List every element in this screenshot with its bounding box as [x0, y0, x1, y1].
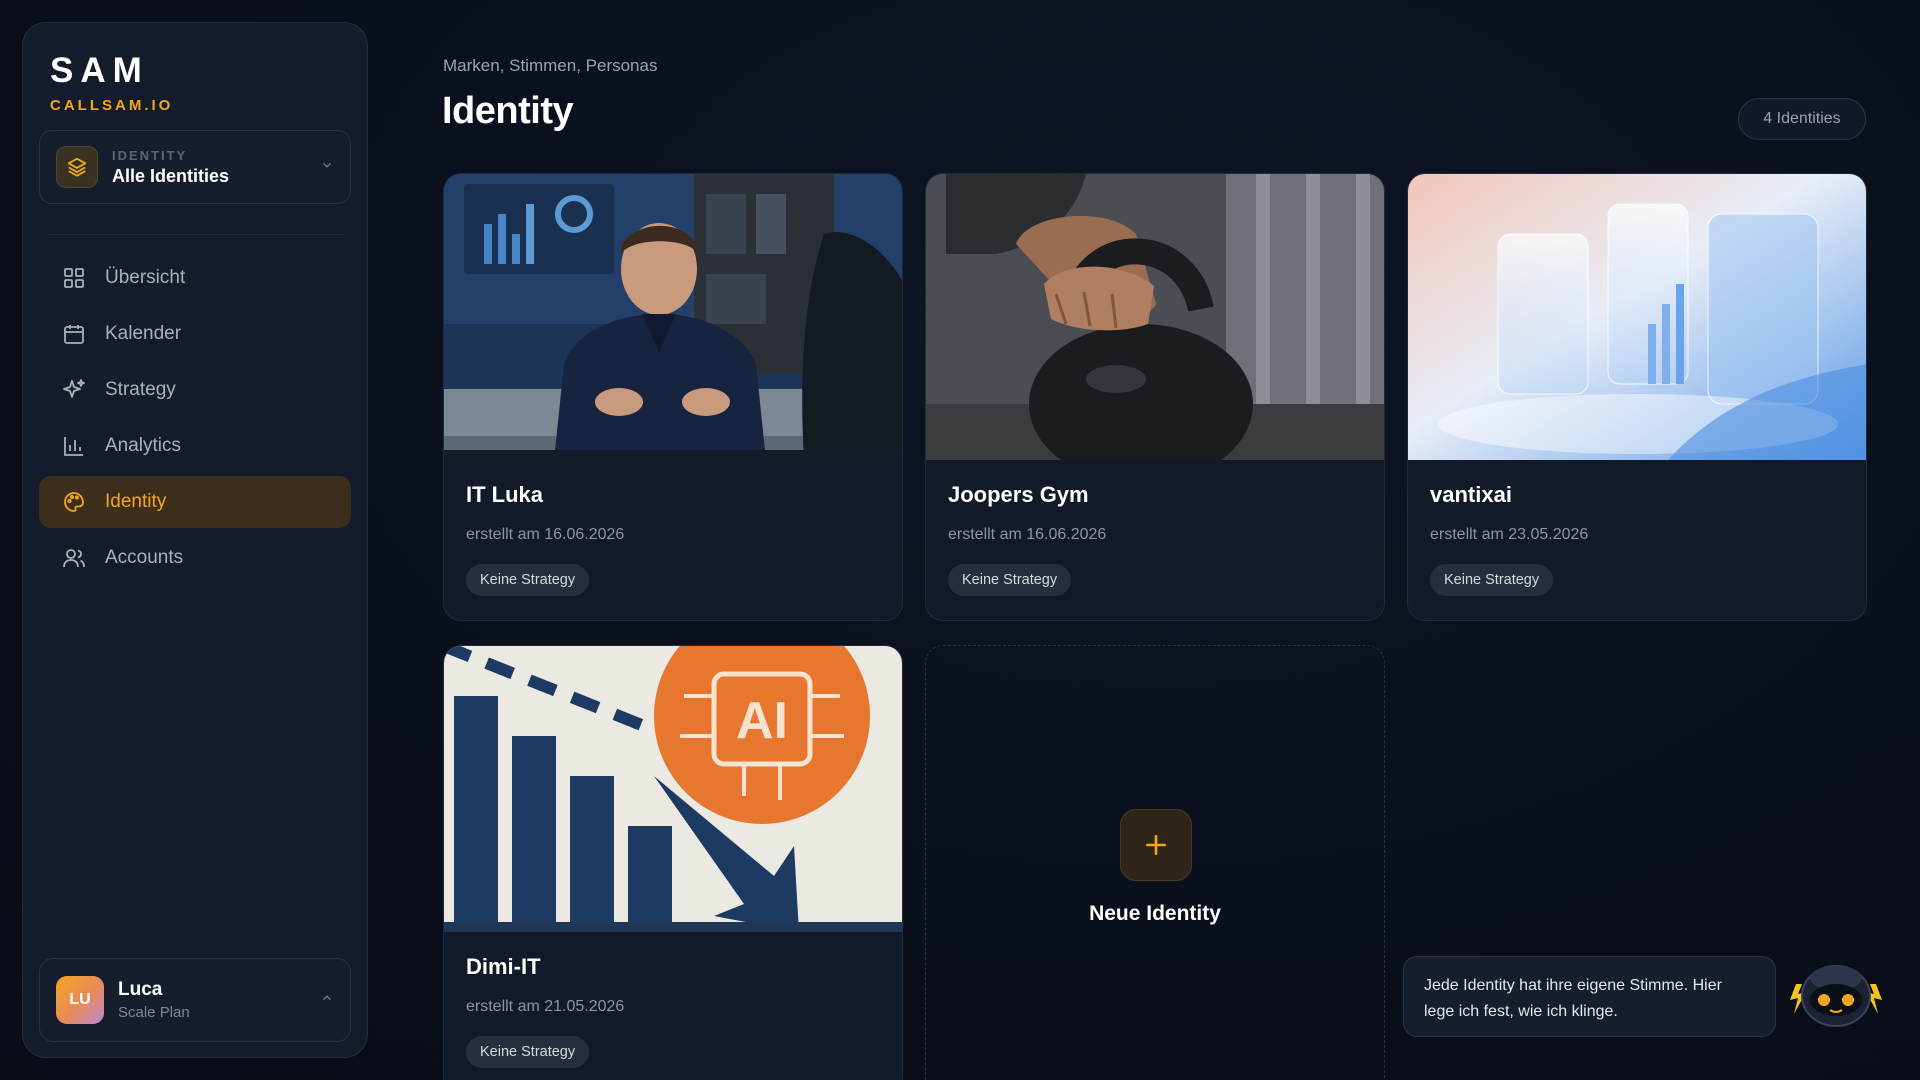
user-plan: Scale Plan	[118, 1004, 190, 1021]
sidebar-item-strategy[interactable]: Strategy	[39, 364, 351, 416]
identity-selector-value: Alle Identities	[112, 165, 230, 186]
sidebar-item-identity[interactable]: Identity	[39, 476, 351, 528]
card-name: IT Luka	[466, 482, 544, 507]
sidebar-item-label: Accounts	[105, 547, 184, 568]
kettlebell-photo	[926, 174, 1384, 460]
palette-icon	[61, 489, 87, 515]
ai-chip-bar-chart-photo: AI	[444, 646, 902, 932]
card-name: Joopers Gym	[948, 482, 1089, 507]
card-date: erstellt am 21.05.2026	[466, 998, 625, 1015]
layers-icon	[56, 146, 98, 188]
identity-count-badge: 4 Identities	[1738, 98, 1866, 140]
sidebar-divider	[47, 234, 343, 235]
chevron-up-icon	[320, 991, 334, 1010]
logo-subtitle: CALLSAM.IO	[50, 97, 174, 114]
identity-card[interactable]: Joopers Gym erstellt am 16.06.2026 Keine…	[925, 173, 1385, 621]
sidebar-item-label: Strategy	[105, 379, 176, 400]
avatar: LU	[56, 976, 104, 1024]
sidebar-item-label: Analytics	[105, 435, 182, 456]
card-date: erstellt am 16.06.2026	[948, 526, 1107, 543]
identity-card[interactable]: IT Luka erstellt am 16.06.2026 Keine Str…	[443, 173, 903, 621]
identity-card[interactable]: vantixai erstellt am 23.05.2026 Keine St…	[1407, 173, 1867, 621]
users-icon	[61, 545, 87, 571]
sidebar-item-kalender[interactable]: Kalender	[39, 308, 351, 360]
strategy-badge: Keine Strategy	[1430, 564, 1554, 596]
calendar-icon	[61, 321, 87, 347]
card-name: Dimi-IT	[466, 954, 541, 979]
sparkles-icon	[61, 377, 87, 403]
abstract-glass-render	[1408, 174, 1866, 460]
strategy-badge: Keine Strategy	[466, 1036, 590, 1068]
new-identity-card[interactable]: Neue Identity	[925, 645, 1385, 1080]
logo[interactable]: SAM CALLSAM.IO	[50, 53, 173, 114]
svg-text:AI: AI	[736, 692, 788, 750]
sidebar-item-analytics[interactable]: Analytics	[39, 420, 351, 472]
sidebar-item-uebersicht[interactable]: Übersicht	[39, 252, 351, 304]
logo-title: SAM	[50, 51, 149, 90]
sidebar-item-accounts[interactable]: Accounts	[39, 532, 351, 584]
breadcrumb: Marken, Stimmen, Personas	[443, 56, 658, 75]
bar-chart-icon	[61, 433, 87, 459]
sidebar-item-label: Kalender	[105, 323, 182, 344]
assistant-message: Jede Identity hat ihre eigene Stimme. Hi…	[1403, 956, 1776, 1037]
sidebar-nav: Übersicht Kalender Strategy Analytics Id…	[39, 252, 351, 588]
identity-card[interactable]: AI Dimi-IT erstellt am 21.05.2026 Keine …	[443, 645, 903, 1080]
card-name: vantixai	[1430, 482, 1512, 507]
chevron-down-icon	[320, 158, 334, 177]
user-menu[interactable]: LU Luca Scale Plan	[39, 958, 351, 1042]
card-date: erstellt am 23.05.2026	[1430, 526, 1589, 543]
user-name: Luca	[118, 979, 163, 1000]
strategy-badge: Keine Strategy	[948, 564, 1072, 596]
identity-selector[interactable]: IDENTITY Alle Identities	[39, 130, 351, 204]
page-title: Identity	[442, 90, 574, 132]
sidebar: SAM CALLSAM.IO IDENTITY Alle Identities …	[22, 22, 368, 1058]
grid-icon	[61, 265, 87, 291]
sidebar-item-label: Übersicht	[105, 267, 186, 288]
sidebar-item-label: Identity	[105, 491, 167, 512]
office-man-photo	[444, 174, 902, 460]
strategy-badge: Keine Strategy	[466, 564, 590, 596]
plus-icon[interactable]	[1120, 809, 1192, 881]
new-identity-label: Neue Identity	[1089, 902, 1221, 925]
identity-selector-label: IDENTITY	[112, 147, 188, 163]
card-date: erstellt am 16.06.2026	[466, 526, 625, 543]
robot-mascot-icon[interactable]	[1788, 954, 1884, 1034]
